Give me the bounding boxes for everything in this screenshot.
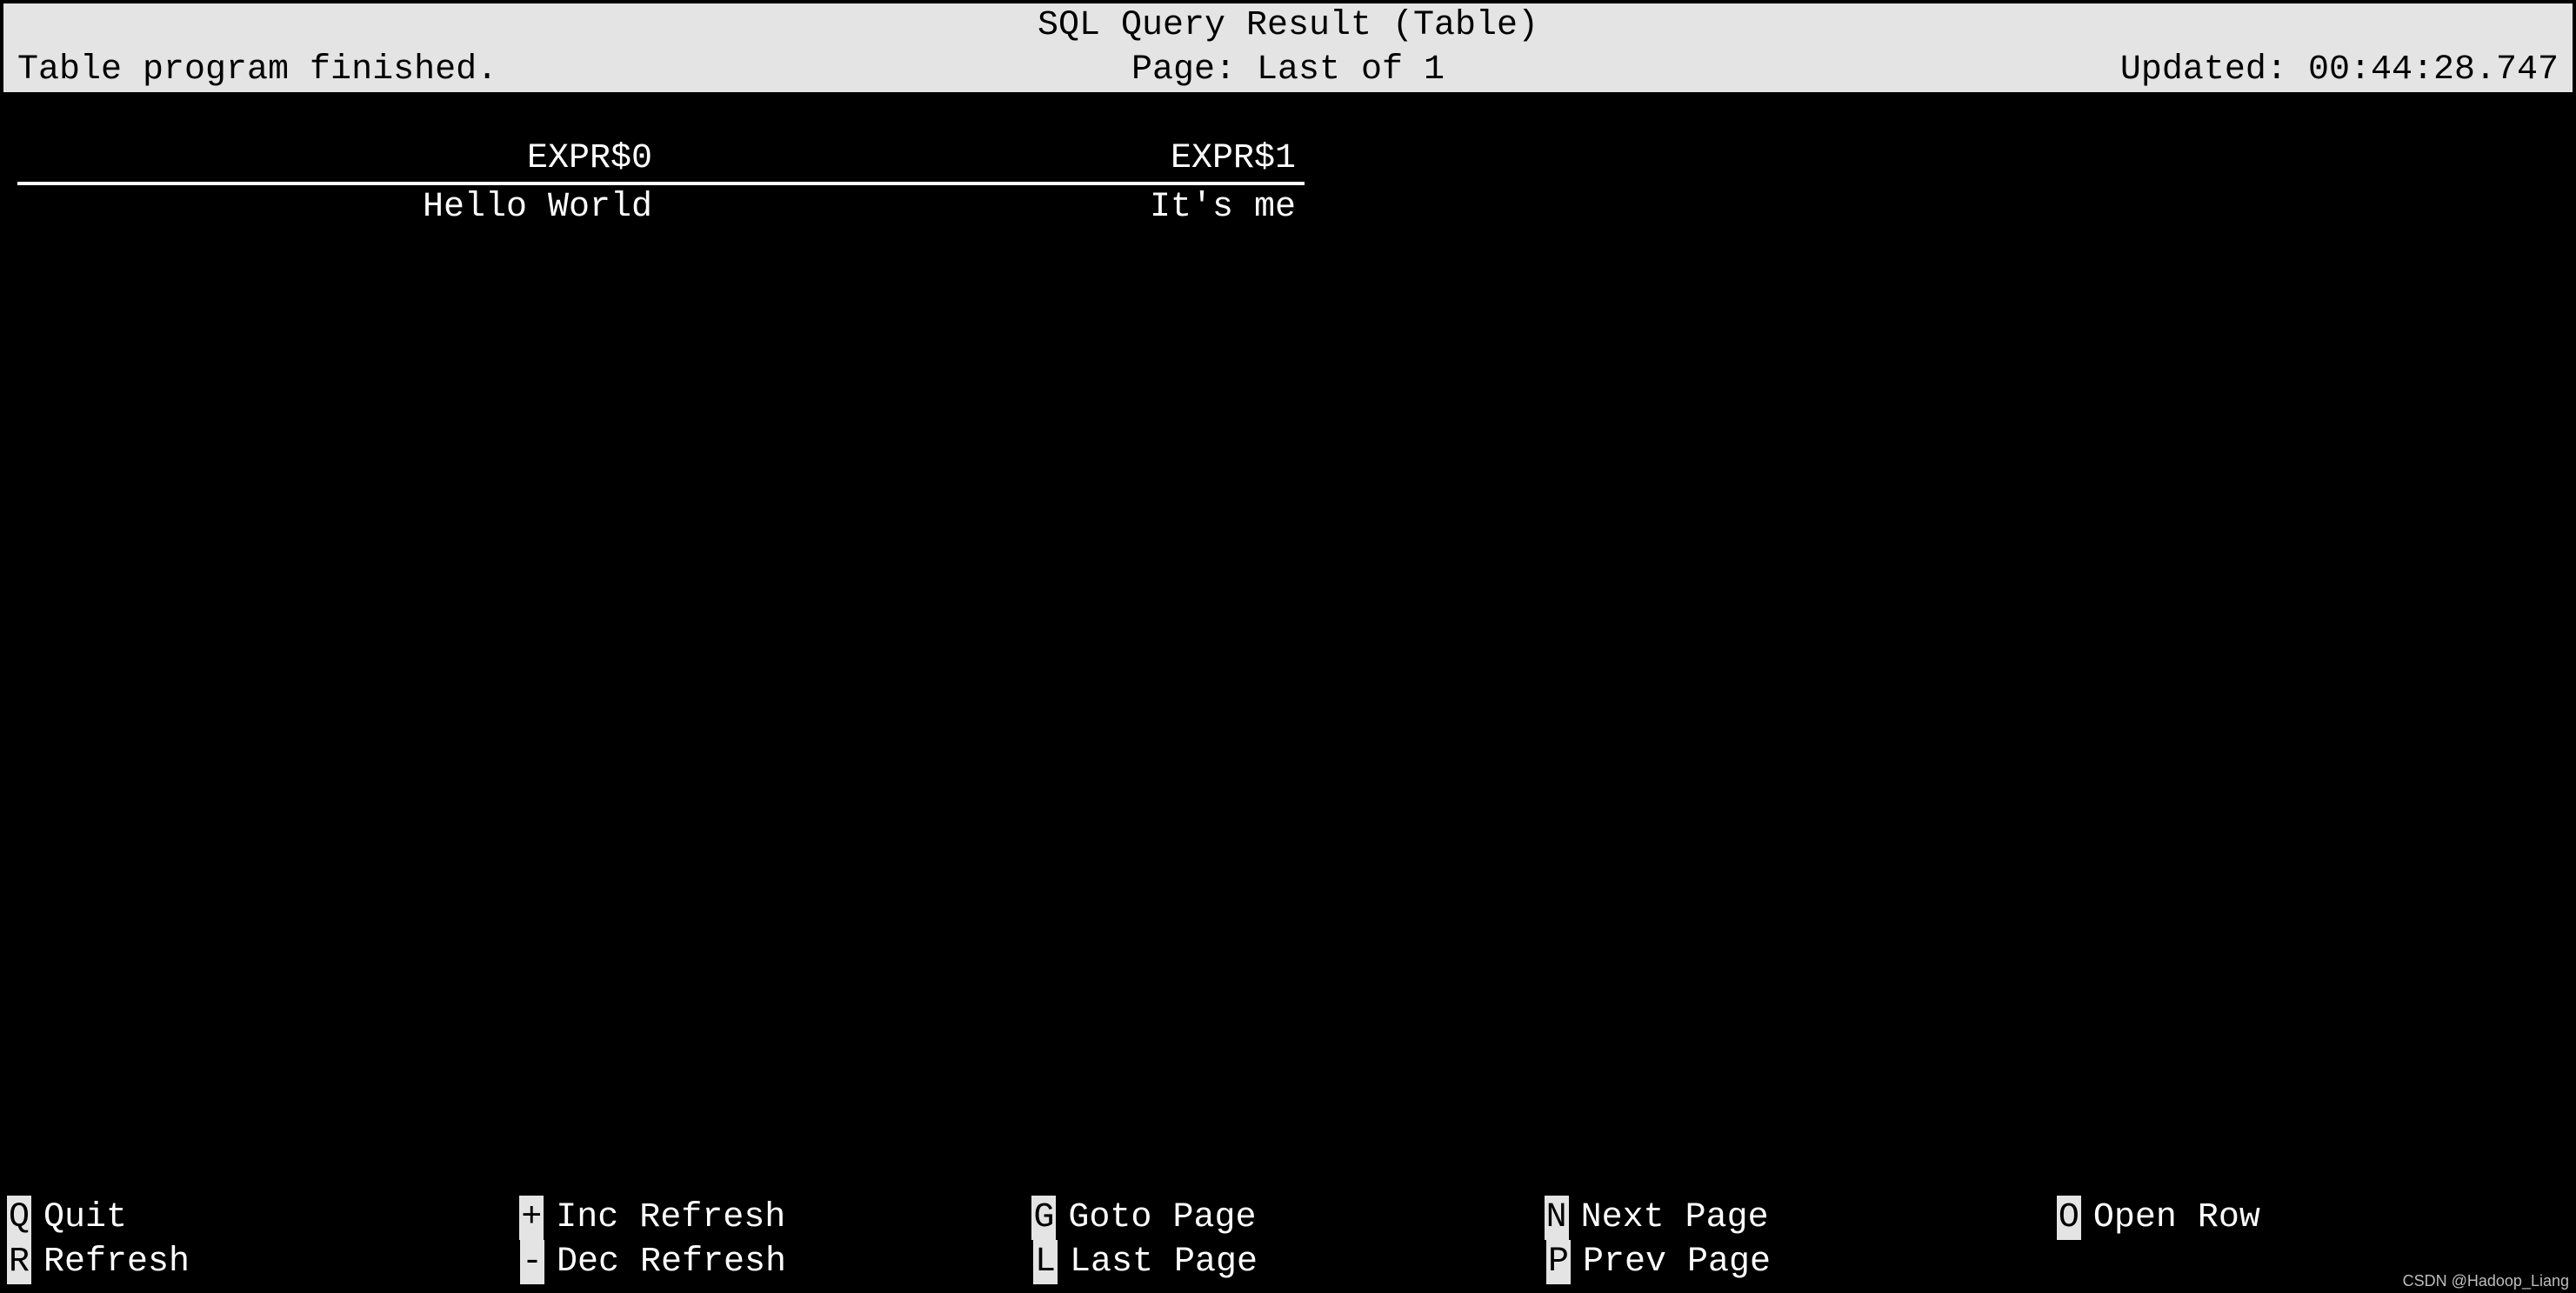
shortcut-goto-page[interactable]: G Goto Page — [1031, 1196, 1544, 1240]
shortcut-label: Dec Refresh — [544, 1240, 786, 1284]
shortcut-last-page[interactable]: L Last Page — [1033, 1240, 1546, 1284]
shortcut-dec-refresh[interactable]: - Dec Refresh — [520, 1240, 1033, 1284]
key-badge: Q — [7, 1196, 31, 1240]
spacer — [17, 92, 2559, 137]
column-header: EXPR$1 — [661, 137, 1305, 184]
shortcut-open-row[interactable]: O Open Row — [2057, 1196, 2569, 1240]
shortcut-refresh[interactable]: R Refresh — [7, 1240, 520, 1284]
shortcut-inc-refresh[interactable]: + Inc Refresh — [519, 1196, 1031, 1240]
shortcut-label: Refresh — [31, 1240, 190, 1284]
key-badge: L — [1033, 1240, 1058, 1284]
terminal-window: SQL Query Result (Table) Table program f… — [0, 0, 2576, 1293]
result-content: EXPR$0 EXPR$1 Hello World It's me — [3, 92, 2573, 229]
table-header-row: EXPR$0 EXPR$1 — [17, 137, 2559, 184]
status-line: Table program finished. Page: Last of 1 … — [3, 48, 2573, 92]
shortcut-label: Last Page — [1058, 1240, 1258, 1284]
shortcut-label: Open Row — [2081, 1196, 2260, 1240]
key-badge: P — [1546, 1240, 1571, 1284]
shortcut-label: Inc Refresh — [544, 1196, 785, 1240]
table-cell: It's me — [661, 185, 1305, 230]
shortcut-label: Prev Page — [1571, 1240, 1771, 1284]
shortcut-bar: Q Quit + Inc Refresh G Goto Page N Next … — [3, 1196, 2573, 1290]
shortcut-row-2: R Refresh - Dec Refresh L Last Page P Pr… — [7, 1240, 2569, 1284]
shortcut-label: Goto Page — [1056, 1196, 1256, 1240]
window-title: SQL Query Result (Table) — [3, 3, 2573, 48]
watermark: CSDN @Hadoop_Liang — [2403, 1271, 2569, 1291]
shortcut-prev-page[interactable]: P Prev Page — [1546, 1240, 2059, 1284]
key-badge: G — [1031, 1196, 1056, 1240]
status-updated: Updated: 00:44:28.747 — [2120, 48, 2559, 92]
shortcut-label: Next Page — [1569, 1196, 1769, 1240]
key-badge: + — [519, 1196, 544, 1240]
status-left: Table program finished. — [17, 48, 497, 92]
key-badge: O — [2057, 1196, 2081, 1240]
key-badge: N — [1545, 1196, 1569, 1240]
shortcut-row-1: Q Quit + Inc Refresh G Goto Page N Next … — [7, 1196, 2569, 1240]
column-header: EXPR$0 — [17, 137, 661, 184]
key-badge: R — [7, 1240, 31, 1284]
shortcut-next-page[interactable]: N Next Page — [1545, 1196, 2057, 1240]
table-cell: Hello World — [17, 185, 661, 230]
key-badge: - — [520, 1240, 544, 1284]
shortcut-label: Quit — [31, 1196, 127, 1240]
table-row[interactable]: Hello World It's me — [17, 185, 2559, 230]
shortcut-quit[interactable]: Q Quit — [7, 1196, 519, 1240]
header-bar: SQL Query Result (Table) Table program f… — [3, 3, 2573, 92]
